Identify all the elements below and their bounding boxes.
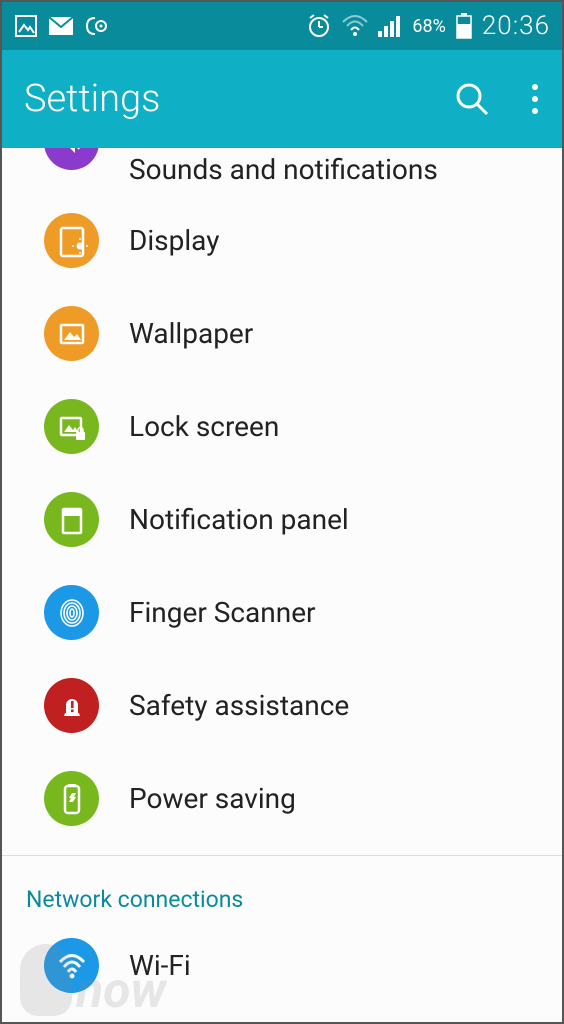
image-icon	[14, 14, 38, 38]
page-title: Settings	[24, 77, 454, 121]
settings-item-label: Display	[129, 224, 219, 257]
panel-icon	[44, 492, 99, 547]
clock-time: 20:36	[482, 11, 550, 41]
settings-item-powersaving[interactable]: Power saving	[2, 752, 562, 845]
battery-icon	[456, 13, 472, 39]
signal-icon	[378, 15, 402, 37]
volume-icon	[44, 148, 99, 170]
section-header-network: Network connections	[2, 856, 562, 925]
settings-item-display[interactable]: Display	[2, 194, 562, 287]
settings-item-lockscreen[interactable]: Lock screen	[2, 380, 562, 473]
alarm-icon	[306, 13, 332, 39]
settings-item-label: Wi-Fi	[129, 949, 191, 982]
settings-item-label: Wallpaper	[129, 317, 253, 350]
picture-icon	[44, 306, 99, 361]
display-icon	[44, 213, 99, 268]
settings-item-safety[interactable]: Safety assistance	[2, 659, 562, 752]
wifi-icon	[342, 15, 368, 37]
recycle-icon	[44, 771, 99, 826]
settings-item-label: Safety assistance	[129, 689, 349, 722]
wifi-icon	[44, 938, 99, 993]
more-icon[interactable]	[530, 81, 540, 117]
beam-icon	[84, 15, 114, 37]
lock-picture-icon	[44, 399, 99, 454]
settings-item-label: Power saving	[129, 782, 296, 815]
settings-item-label: Lock screen	[129, 410, 279, 443]
settings-item-wifi[interactable]: Wi-Fi	[2, 925, 562, 1005]
settings-item-fingerprint[interactable]: Finger Scanner	[2, 566, 562, 659]
battery-percent: 68%	[412, 16, 445, 37]
search-icon[interactable]	[454, 81, 490, 117]
status-bar: 68% 20:36	[2, 2, 562, 50]
fingerprint-icon	[44, 585, 99, 640]
settings-item-label: Sounds and notifications	[129, 153, 438, 186]
settings-list: Sounds and notifications Display Wallpap…	[2, 148, 562, 1005]
mail-icon	[48, 16, 74, 36]
settings-item-wallpaper[interactable]: Wallpaper	[2, 287, 562, 380]
alert-icon	[44, 678, 99, 733]
settings-item-notifpanel[interactable]: Notification panel	[2, 473, 562, 566]
settings-item-label: Notification panel	[129, 503, 349, 536]
settings-item-label: Finger Scanner	[129, 596, 316, 629]
app-bar: Settings	[2, 50, 562, 148]
settings-item-sounds[interactable]: Sounds and notifications	[2, 148, 562, 194]
